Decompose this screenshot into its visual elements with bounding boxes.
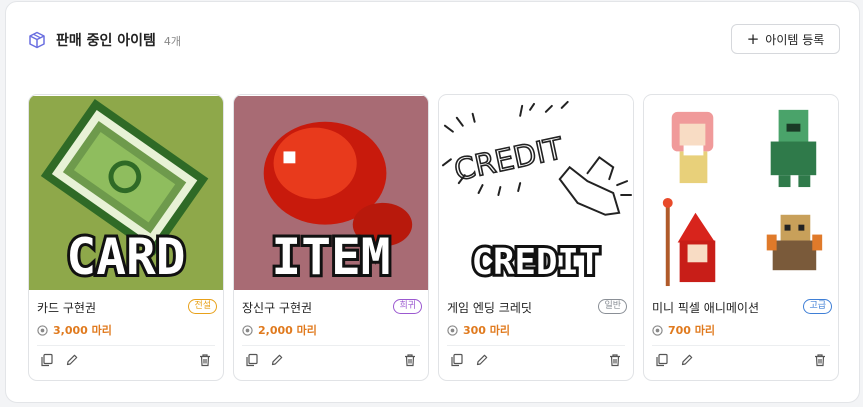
item-price: 300 마리 <box>463 324 511 337</box>
coin-icon <box>652 324 663 336</box>
trash-icon[interactable] <box>813 353 827 367</box>
card-divider <box>242 345 420 346</box>
rarity-badge: 희귀 <box>393 299 422 314</box>
trash-icon[interactable] <box>403 353 417 367</box>
item-price: 3,000 마리 <box>53 324 112 337</box>
item-name: 장신구 구현권 <box>242 301 313 315</box>
coin-icon <box>242 324 253 336</box>
edit-icon[interactable] <box>680 353 694 367</box>
edit-icon[interactable] <box>270 353 284 367</box>
card-actions <box>29 353 223 371</box>
price-row: 700 마리 <box>652 322 715 338</box>
thumb-label: CREDIT <box>472 242 601 283</box>
card-actions <box>644 353 838 371</box>
item-thumbnail: CARD <box>29 96 223 290</box>
copy-icon[interactable] <box>655 353 669 367</box>
edit-icon[interactable] <box>65 353 79 367</box>
rarity-badge: 전설 <box>188 299 217 314</box>
panel-header: 판매 중인 아이템 4개 <box>28 28 181 52</box>
box-icon <box>29 31 45 49</box>
coin-icon <box>447 324 458 336</box>
item-thumbnail <box>644 96 838 290</box>
selling-items-panel: 판매 중인 아이템 4개 + 아이템 등록 CARD 카드 구현권 전설 3,0… <box>5 1 860 403</box>
trash-icon[interactable] <box>198 353 212 367</box>
item-thumbnail: CREDIT CREDIT <box>439 96 633 290</box>
add-item-label: 아이템 등록 <box>765 32 825 47</box>
copy-icon[interactable] <box>245 353 259 367</box>
item-price: 2,000 마리 <box>258 324 317 337</box>
rarity-badge: 일반 <box>598 299 627 314</box>
copy-icon[interactable] <box>40 353 54 367</box>
card-actions <box>439 353 633 371</box>
item-name: 카드 구현권 <box>37 301 97 315</box>
price-row: 2,000 마리 <box>242 322 317 338</box>
page-title: 판매 중인 아이템 <box>56 33 156 49</box>
plus-icon: + <box>746 29 760 48</box>
item-thumbnail: ITEM <box>234 96 428 290</box>
trash-icon[interactable] <box>608 353 622 367</box>
price-row: 300 마리 <box>447 322 510 338</box>
coin-icon <box>37 324 48 336</box>
price-row: 3,000 마리 <box>37 322 112 338</box>
copy-icon[interactable] <box>450 353 464 367</box>
card-divider <box>652 345 830 346</box>
item-price: 700 마리 <box>668 324 716 337</box>
item-count: 4개 <box>163 35 182 48</box>
rarity-badge: 고급 <box>803 299 832 314</box>
card-actions <box>234 353 428 371</box>
thumb-label: ITEM <box>271 228 390 286</box>
item-name: 미니 픽셀 애니메이션 <box>652 301 759 315</box>
item-card[interactable]: ITEM 장신구 구현권 희귀 2,000 마리 <box>233 94 429 381</box>
thumb-label: CARD <box>66 228 185 286</box>
item-name: 게임 엔딩 크레딧 <box>447 301 532 315</box>
edit-icon[interactable] <box>475 353 489 367</box>
card-divider <box>447 345 625 346</box>
add-item-button[interactable]: + 아이템 등록 <box>731 24 840 54</box>
item-card[interactable]: CARD 카드 구현권 전설 3,000 마리 <box>28 94 224 381</box>
item-card[interactable]: 미니 픽셀 애니메이션 고급 700 마리 <box>643 94 839 381</box>
card-divider <box>37 345 215 346</box>
item-card[interactable]: CREDIT CREDIT 게임 엔딩 크레딧 일반 300 마리 <box>438 94 634 381</box>
